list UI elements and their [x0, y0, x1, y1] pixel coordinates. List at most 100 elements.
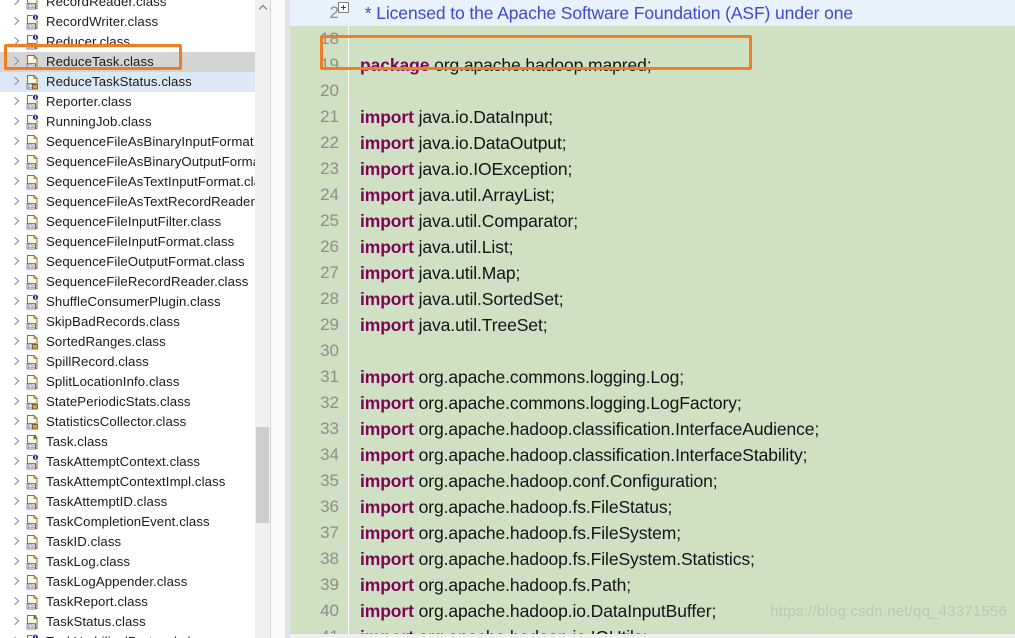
fold-expand-icon[interactable] [338, 2, 349, 13]
tree-item-sequencefileinputformat[interactable]: 010 SequenceFileInputFormat.class [0, 232, 270, 252]
code-line[interactable]: 30 [290, 338, 1015, 364]
tree-item-tasklogappender[interactable]: 010 TaskLogAppender.class [0, 572, 270, 592]
code-line[interactable]: 32 import org.apache.commons.logging.LogF… [290, 390, 1015, 416]
tree-item-taskid[interactable]: 010 TaskID.class [0, 532, 270, 552]
tree-item-spillrecord[interactable]: 010 SpillRecord.class [0, 352, 270, 372]
chevron-right-icon[interactable] [8, 192, 24, 212]
tree-item-recordwriter[interactable]: 010 I RecordWriter.class [0, 12, 270, 32]
tree-item-shuffleconsumerplugin[interactable]: 010 I ShuffleConsumerPlugin.class [0, 292, 270, 312]
tree-item-tasklog[interactable]: 010 TaskLog.class [0, 552, 270, 572]
code-line[interactable]: 2 * Licensed to the Apache Software Foun… [290, 0, 1015, 26]
code-line[interactable]: 36 import org.apache.hadoop.fs.FileStatus… [290, 494, 1015, 520]
code-line[interactable]: 24 import java.util.ArrayList; [290, 182, 1015, 208]
tree-item-stateperiodicstats[interactable]: 010 StatePeriodicStats.class [0, 392, 270, 412]
tree-item-taskstatus[interactable]: 010 A TaskStatus.class [0, 612, 270, 632]
chevron-right-icon[interactable] [8, 172, 24, 192]
chevron-right-icon[interactable] [8, 512, 24, 532]
code-line[interactable]: 28 import java.util.SortedSet; [290, 286, 1015, 312]
tree-item-task[interactable]: 010 A Task.class [0, 432, 270, 452]
code-line[interactable]: 35 import org.apache.hadoop.conf.Configur… [290, 468, 1015, 494]
tree-item-taskattemptcontextimpl[interactable]: 010 TaskAttemptContextImpl.class [0, 472, 270, 492]
explorer-vertical-scrollbar[interactable] [255, 0, 270, 638]
tree-item-runningjob[interactable]: 010 I RunningJob.class [0, 112, 270, 132]
tree-item-sortedranges[interactable]: 010 SortedRanges.class [0, 332, 270, 352]
code-line[interactable]: 34 import org.apache.hadoop.classificatio… [290, 442, 1015, 468]
tree-item-taskattemptcontext[interactable]: 010 I TaskAttemptContext.class [0, 452, 270, 472]
code-line[interactable]: 23 import java.io.IOException; [290, 156, 1015, 182]
java-source-editor[interactable]: 2 * Licensed to the Apache Software Foun… [290, 0, 1015, 638]
tree-item-reducetask[interactable]: 010 ReduceTask.class [0, 52, 270, 72]
chevron-right-icon[interactable] [8, 52, 24, 72]
tree-item-sequencefileastextrecordreader.clas[interactable]: 010 SequenceFileAsTextRecordReader.clas [0, 192, 270, 212]
code-line[interactable]: 25 import java.util.Comparator; [290, 208, 1015, 234]
code-line[interactable]: 29 import java.util.TreeSet; [290, 312, 1015, 338]
code-line[interactable]: 37 import org.apache.hadoop.fs.FileSystem… [290, 520, 1015, 546]
tree-item-sequencefileasbinaryoutputformat.cla[interactable]: 010 SequenceFileAsBinaryOutputFormat.cla [0, 152, 270, 172]
chevron-right-icon[interactable] [8, 372, 24, 392]
tree-item-taskumbilicalprotocol[interactable]: 010I TaskUmbilicalProtocol.class [0, 632, 270, 638]
tree-item-skipbadrecords[interactable]: 010 SkipBadRecords.class [0, 312, 270, 332]
tree-item-reducetaskstatus[interactable]: 010 ReduceTaskStatus.class [0, 72, 270, 92]
tree-item-reporter[interactable]: 010 I Reporter.class [0, 92, 270, 112]
code-line[interactable]: 31 import org.apache.commons.logging.Log; [290, 364, 1015, 390]
chevron-right-icon[interactable] [8, 492, 24, 512]
chevron-right-icon[interactable] [8, 72, 24, 92]
scroll-up-arrow-icon[interactable] [255, 0, 270, 14]
chevron-right-icon[interactable] [8, 332, 24, 352]
chevron-right-icon[interactable] [8, 392, 24, 412]
chevron-right-icon[interactable] [8, 0, 24, 12]
tree-item-splitlocationinfo[interactable]: 010 SplitLocationInfo.class [0, 372, 270, 392]
code-line[interactable]: 26 import java.util.List; [290, 234, 1015, 260]
tree-item-sequencefilerecordreader[interactable]: 010 SequenceFileRecordReader.class [0, 272, 270, 292]
editor-code-area[interactable]: 2 * Licensed to the Apache Software Foun… [290, 0, 1015, 638]
chevron-right-icon[interactable] [8, 452, 24, 472]
chevron-right-icon[interactable] [8, 312, 24, 332]
tree-item-taskattemptid[interactable]: 010 TaskAttemptID.class [0, 492, 270, 512]
chevron-right-icon[interactable] [8, 532, 24, 552]
chevron-right-icon[interactable] [8, 92, 24, 112]
chevron-right-icon[interactable] [8, 212, 24, 232]
code-line[interactable]: 22 import java.io.DataOutput; [290, 130, 1015, 156]
chevron-right-icon[interactable] [8, 612, 24, 632]
chevron-right-icon[interactable] [8, 292, 24, 312]
tree-item-statisticscollector[interactable]: 010 StatisticsCollector.class [0, 412, 270, 432]
chevron-right-icon[interactable] [8, 32, 24, 52]
chevron-right-icon[interactable] [8, 232, 24, 252]
chevron-right-icon[interactable] [8, 432, 24, 452]
code-line[interactable]: 19 package org.apache.hadoop.mapred; [290, 52, 1015, 78]
tree-item-recordreader[interactable]: 010 I RecordReader.class [0, 0, 270, 12]
chevron-right-icon[interactable] [8, 592, 24, 612]
tree-item-taskreport[interactable]: 010 TaskReport.class [0, 592, 270, 612]
chevron-right-icon[interactable] [8, 152, 24, 172]
chevron-right-icon[interactable] [8, 272, 24, 292]
code-line[interactable]: 18 [290, 26, 1015, 52]
tree-item-reducer[interactable]: 010 I Reducer.class [0, 32, 270, 52]
chevron-right-icon[interactable] [8, 632, 24, 638]
chevron-right-icon[interactable] [8, 412, 24, 432]
editor-horizontal-scrollbar[interactable] [290, 634, 1015, 638]
explorer-scrollbar-thumb[interactable] [256, 427, 269, 523]
tree-item-sequencefileasbinaryinputformat[interactable]: 010 SequenceFileAsBinaryInputFormat.class [0, 132, 270, 152]
code-line[interactable]: 39 import org.apache.hadoop.fs.Path; [290, 572, 1015, 598]
code-line[interactable]: 27 import java.util.Map; [290, 260, 1015, 286]
chevron-right-icon[interactable] [8, 472, 24, 492]
panel-divider[interactable] [270, 0, 290, 638]
tree-item-sequencefileinputfilter[interactable]: 010 SequenceFileInputFilter.class [0, 212, 270, 232]
chevron-right-icon[interactable] [8, 112, 24, 132]
chevron-right-icon[interactable] [8, 552, 24, 572]
tree-item-taskcompletionevent[interactable]: 010 TaskCompletionEvent.class [0, 512, 270, 532]
chevron-right-icon[interactable] [8, 352, 24, 372]
tree-item-sequencefileastextinputformat[interactable]: 010 SequenceFileAsTextInputFormat.class [0, 172, 270, 192]
chevron-right-icon[interactable] [8, 572, 24, 592]
chevron-right-icon[interactable] [8, 12, 24, 32]
code-line[interactable]: 33 import org.apache.hadoop.classificatio… [290, 416, 1015, 442]
code-line[interactable]: 20 [290, 78, 1015, 104]
package-explorer-tree[interactable]: 010IRecordReader.class010IRecordWriter.c… [0, 0, 270, 638]
chevron-right-icon[interactable] [8, 252, 24, 272]
package-explorer-panel[interactable]: 010IRecordReader.class010IRecordWriter.c… [0, 0, 270, 638]
code-line[interactable]: 21 import java.io.DataInput; [290, 104, 1015, 130]
chevron-right-icon[interactable] [8, 132, 24, 152]
code-line[interactable]: 38 import org.apache.hadoop.fs.FileSystem… [290, 546, 1015, 572]
svg-text:010: 010 [28, 124, 37, 130]
tree-item-sequencefileoutputformat[interactable]: 010 SequenceFileOutputFormat.class [0, 252, 270, 272]
